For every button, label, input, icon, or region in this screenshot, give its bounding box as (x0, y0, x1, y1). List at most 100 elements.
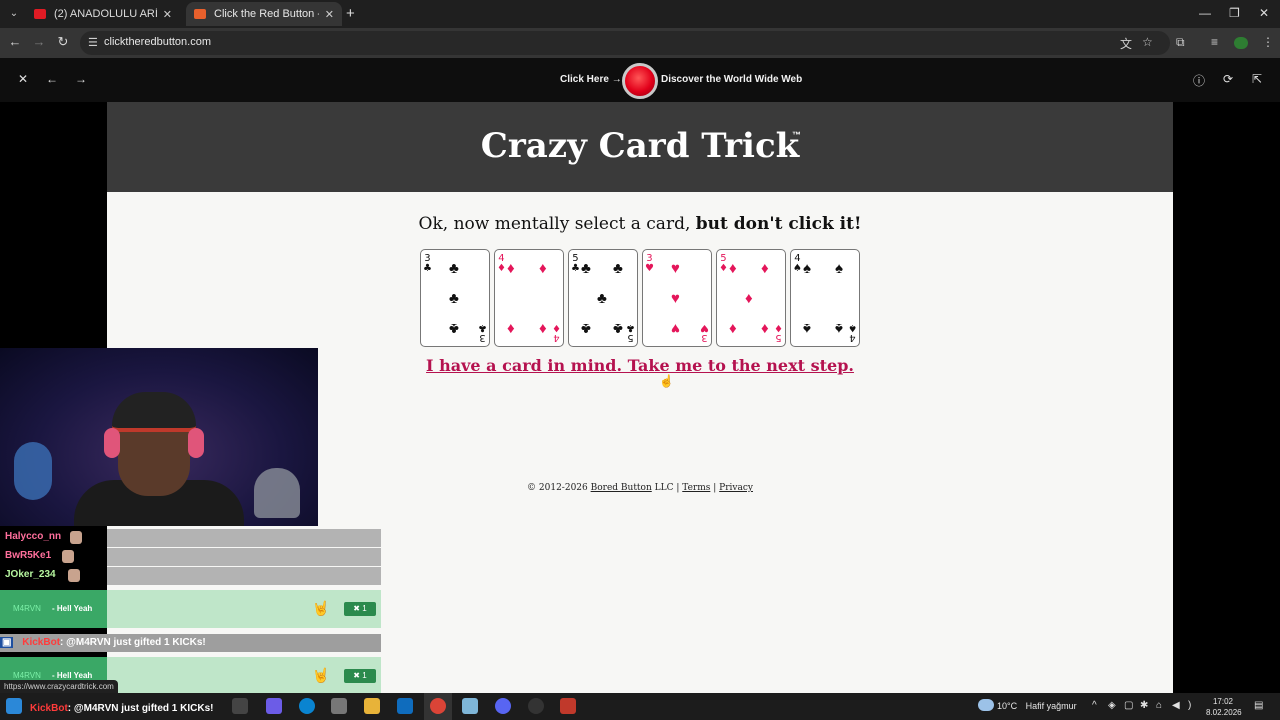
terms-link[interactable]: Terms (682, 483, 710, 493)
new-tab-icon[interactable]: + (346, 5, 355, 22)
kick-username: M4RVN (13, 604, 41, 613)
weather-widget[interactable]: 10°C Hafif yağmur (997, 701, 1077, 711)
minimize-icon[interactable]: — (1199, 6, 1211, 20)
bot-name: KickBot (30, 703, 68, 714)
speaker-icon[interactable]: ◀ (1172, 700, 1180, 711)
chat-username: JOker_234 (5, 569, 56, 580)
tab-search-icon[interactable]: ⌄ (6, 6, 22, 22)
back-icon[interactable]: ← (6, 34, 24, 49)
chrome-icon[interactable] (430, 698, 446, 714)
media-controls-icon[interactable]: ≡ (1211, 35, 1218, 49)
tab-red-button[interactable]: Click the Red Button - Discover ✕ (186, 2, 342, 26)
kick-bot-icon: ▣ (0, 637, 14, 648)
voicemeeter-icon[interactable] (560, 698, 576, 714)
card-corner: 3 ♣ (478, 322, 487, 343)
card-suit: ♦ (497, 263, 506, 274)
reload-icon[interactable]: ↻ (54, 34, 72, 50)
card-rank: 4 (849, 332, 856, 343)
restore-icon[interactable]: ❐ (1229, 6, 1240, 20)
club-pip-icon: ♣ (581, 260, 591, 277)
rock-hand-emote-icon: 🤘 (312, 667, 330, 683)
extensions-icon[interactable]: ⧉ (1176, 35, 1185, 50)
open-external-icon[interactable]: ⇱ (1249, 72, 1265, 86)
refresh-icon[interactable]: ⟳ (1220, 72, 1236, 86)
club-pip-icon: ♣ (449, 260, 459, 277)
notes-app-icon[interactable] (462, 698, 478, 714)
card-rank: 5 (775, 332, 782, 343)
browser-toolbar: ← → ↻ ☰ clicktheredbutton.com 文 ☆ ⧉ ≡ ⋮ (0, 28, 1280, 58)
copyright-text: © 2012-2026 (527, 483, 588, 493)
kick-text: - Hell Yeah (52, 604, 93, 613)
close-tab-icon[interactable]: ✕ (163, 8, 172, 21)
close-icon[interactable]: ✕ (15, 72, 31, 86)
bluetooth-tray-icon[interactable]: ✱ (1140, 700, 1148, 711)
card-rank: 3 (701, 332, 708, 343)
volume-icon[interactable]: ) (1188, 700, 1191, 711)
kick-username: M4RVN (13, 671, 41, 680)
close-window-icon[interactable]: ✕ (1259, 6, 1269, 20)
playing-card: 4 ♦ ♦ ♦ ♦ ♦ 4 ♦ (494, 249, 564, 347)
card-corner: 4 ♦ (552, 322, 561, 343)
diamond-pip-icon: ♦ (761, 320, 769, 337)
outlook-icon[interactable] (397, 698, 413, 714)
spade-pip-icon: ♠ (835, 260, 843, 277)
playing-card: 5 ♦ ♦ ♦ ♦ ♦ ♦ 5 ♦ (716, 249, 786, 347)
rock-hand-emote-icon: 🤘 (312, 600, 330, 616)
tab-anadolulu[interactable]: (2) ANADOLULU ARİF | Madara ✕ (26, 2, 180, 26)
playing-card: 3 ♣ ♣ ♣ ♣ 3 ♣ (420, 249, 490, 347)
notifications-icon[interactable]: ▤ (1254, 700, 1263, 711)
bored-button-link[interactable]: Bored Button (591, 483, 652, 493)
discord-icon[interactable] (495, 698, 511, 714)
card-rank: 5 (627, 332, 634, 343)
instruction-plain: Ok, now mentally select a card, (418, 214, 696, 234)
site-info-icon[interactable]: ☰ (88, 36, 98, 49)
card-suit: ♥ (645, 263, 654, 274)
bot-text: : @M4RVN just gifted 1 KICKs! (67, 703, 214, 714)
obs-icon[interactable] (528, 698, 544, 714)
card-corner: 5 ♣ (626, 322, 635, 343)
prev-site-icon[interactable]: ← (44, 72, 60, 86)
chat-label: Halycco_nn (0, 529, 107, 547)
info-icon[interactable]: ⓘ (1191, 72, 1207, 89)
trademark-symbol: ™ (792, 130, 801, 140)
close-tab-icon[interactable]: ✕ (325, 8, 334, 21)
heart-pip-icon: ♥ (671, 320, 680, 337)
tray-chevron-icon[interactable]: ^ (1092, 700, 1097, 711)
card-suit: ♦ (719, 263, 728, 274)
club-pip-icon: ♣ (597, 290, 607, 307)
system-clock[interactable]: 17:02 8.02.2026 (1206, 696, 1242, 718)
network-icon[interactable]: ⌂ (1156, 700, 1162, 711)
club-pip-icon: ♣ (613, 320, 623, 337)
spade-pip-icon: ♠ (835, 320, 843, 337)
diamond-pip-icon: ♦ (539, 260, 547, 277)
clock-date: 8.02.2026 (1206, 708, 1242, 717)
kick-badge-count: 1 (362, 604, 367, 613)
tab-title: Click the Red Button - Discover (214, 8, 319, 20)
card-suit: ♣ (423, 263, 432, 274)
bookmark-star-icon[interactable]: ☆ (1142, 35, 1153, 49)
kick-text: - Hell Yeah (52, 671, 93, 680)
diamond-pip-icon: ♦ (761, 260, 769, 277)
next-site-icon[interactable]: → (73, 72, 89, 86)
menu-kebab-icon[interactable]: ⋮ (1262, 35, 1274, 49)
banner: Crazy Card Trick ™ (107, 102, 1173, 192)
forward-icon[interactable]: → (30, 34, 48, 49)
address-bar[interactable]: ☰ clicktheredbutton.com (80, 31, 1170, 55)
bot-message: ▣ KickBot: @M4RVN just gifted 1 KICKs! (0, 634, 381, 652)
heart-pip-icon: ♥ (671, 290, 680, 307)
bot-message-text: KickBot: @M4RVN just gifted 1 KICKs! (30, 703, 214, 714)
red-button[interactable] (622, 63, 658, 99)
company-suffix: LLC | (654, 483, 680, 493)
steam-tray-icon[interactable]: ◈ (1108, 700, 1116, 711)
tab-strip: ⌄ (2) ANADOLULU ARİF | Madara ✕ Click th… (0, 0, 1280, 28)
translate-icon[interactable]: 文 (1120, 35, 1132, 52)
instruction-text: Ok, now mentally select a card, but don'… (107, 214, 1173, 234)
privacy-link[interactable]: Privacy (719, 483, 753, 493)
headphone-right (188, 428, 204, 458)
tab-title: (2) ANADOLULU ARİF | Madara (54, 8, 157, 20)
tray-app-icon[interactable]: ▢ (1124, 700, 1133, 711)
card-suit: ♦ (774, 322, 783, 333)
url-text: clicktheredbutton.com (104, 36, 211, 48)
profile-avatar[interactable] (1234, 37, 1248, 49)
diamond-pip-icon: ♦ (729, 320, 737, 337)
